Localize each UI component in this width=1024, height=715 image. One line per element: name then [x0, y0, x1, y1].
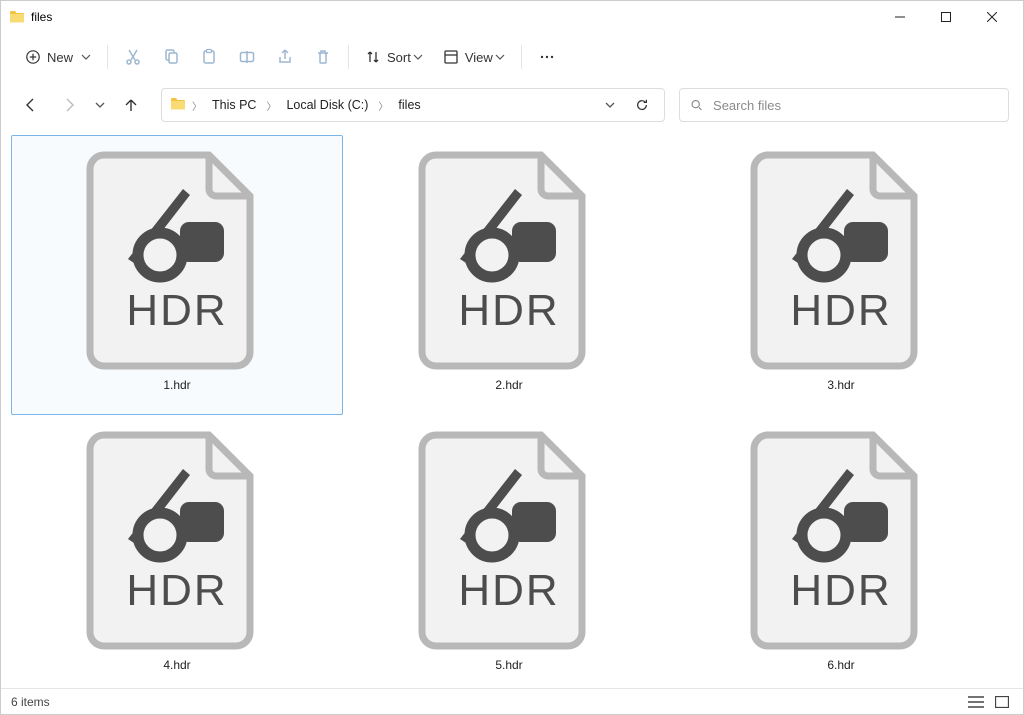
search-icon: [690, 98, 703, 112]
recent-locations-button[interactable]: [91, 89, 109, 121]
svg-text:HDR: HDR: [790, 566, 891, 615]
svg-text:HDR: HDR: [458, 566, 559, 615]
file-name: 2.hdr: [495, 378, 522, 392]
details-view-button[interactable]: [965, 693, 987, 711]
paste-button[interactable]: [190, 39, 228, 75]
file-name: 6.hdr: [827, 658, 854, 672]
cut-button[interactable]: [114, 39, 152, 75]
file-item[interactable]: HDR 4.hdr: [11, 415, 343, 688]
window-title: files: [31, 10, 52, 24]
title-bar: files: [1, 1, 1023, 33]
folder-icon: [9, 9, 25, 25]
sort-label: Sort: [387, 50, 411, 65]
chevron-right-icon[interactable]: 〉: [376, 98, 390, 113]
file-thumbnail: HDR: [77, 144, 277, 374]
view-label: View: [465, 50, 493, 65]
more-button[interactable]: [528, 39, 566, 75]
close-button[interactable]: [969, 1, 1015, 33]
file-thumbnail: HDR: [741, 144, 941, 374]
address-bar[interactable]: 〉 This PC 〉 Local Disk (C:) 〉 files: [161, 88, 665, 122]
content-area[interactable]: HDR 1.hdr HDR 2.hdr HDR 3.hdr HDR: [1, 129, 1023, 688]
breadcrumb-item[interactable]: Local Disk (C:): [282, 96, 372, 114]
file-name: 4.hdr: [163, 658, 190, 672]
up-button[interactable]: [115, 89, 147, 121]
toolbar-separator: [521, 45, 522, 69]
breadcrumb-item[interactable]: files: [394, 96, 424, 114]
file-item[interactable]: HDR 5.hdr: [343, 415, 675, 688]
breadcrumb-item[interactable]: This PC: [208, 96, 260, 114]
svg-text:HDR: HDR: [126, 286, 227, 335]
svg-text:HDR: HDR: [126, 566, 227, 615]
file-item[interactable]: HDR 6.hdr: [675, 415, 1007, 688]
minimize-button[interactable]: [877, 1, 923, 33]
share-button[interactable]: [266, 39, 304, 75]
thumbnails-view-button[interactable]: [991, 693, 1013, 711]
file-name: 3.hdr: [827, 378, 854, 392]
copy-button[interactable]: [152, 39, 190, 75]
sort-button[interactable]: Sort: [355, 39, 433, 75]
chevron-down-icon: [413, 52, 423, 62]
search-box[interactable]: [679, 88, 1009, 122]
file-item[interactable]: HDR 2.hdr: [343, 135, 675, 415]
file-thumbnail: HDR: [409, 424, 609, 654]
toolbar-separator: [107, 45, 108, 69]
refresh-button[interactable]: [628, 98, 656, 112]
view-button[interactable]: View: [433, 39, 515, 75]
svg-text:HDR: HDR: [458, 286, 559, 335]
forward-button[interactable]: [53, 89, 85, 121]
file-thumbnail: HDR: [741, 424, 941, 654]
back-button[interactable]: [15, 89, 47, 121]
new-button[interactable]: New: [15, 39, 101, 75]
chevron-down-icon: [495, 52, 505, 62]
chevron-right-icon[interactable]: 〉: [190, 98, 204, 113]
folder-icon: [170, 96, 186, 115]
chevron-down-icon: [81, 52, 91, 62]
address-dropdown-button[interactable]: [596, 100, 624, 110]
file-item[interactable]: HDR 3.hdr: [675, 135, 1007, 415]
chevron-right-icon[interactable]: 〉: [264, 98, 278, 113]
toolbar: New Sort View: [1, 33, 1023, 81]
file-name: 5.hdr: [495, 658, 522, 672]
file-thumbnail: HDR: [409, 144, 609, 374]
search-input[interactable]: [711, 97, 998, 114]
maximize-button[interactable]: [923, 1, 969, 33]
rename-button[interactable]: [228, 39, 266, 75]
svg-text:HDR: HDR: [790, 286, 891, 335]
file-name: 1.hdr: [163, 378, 190, 392]
file-explorer-window: files New Sort View: [0, 0, 1024, 715]
status-count: 6 items: [11, 695, 50, 709]
delete-button[interactable]: [304, 39, 342, 75]
file-grid: HDR 1.hdr HDR 2.hdr HDR 3.hdr HDR: [11, 135, 1013, 688]
nav-row: 〉 This PC 〉 Local Disk (C:) 〉 files: [1, 81, 1023, 129]
new-label: New: [47, 50, 73, 65]
file-thumbnail: HDR: [77, 424, 277, 654]
toolbar-separator: [348, 45, 349, 69]
file-item[interactable]: HDR 1.hdr: [11, 135, 343, 415]
status-bar: 6 items: [1, 688, 1023, 714]
